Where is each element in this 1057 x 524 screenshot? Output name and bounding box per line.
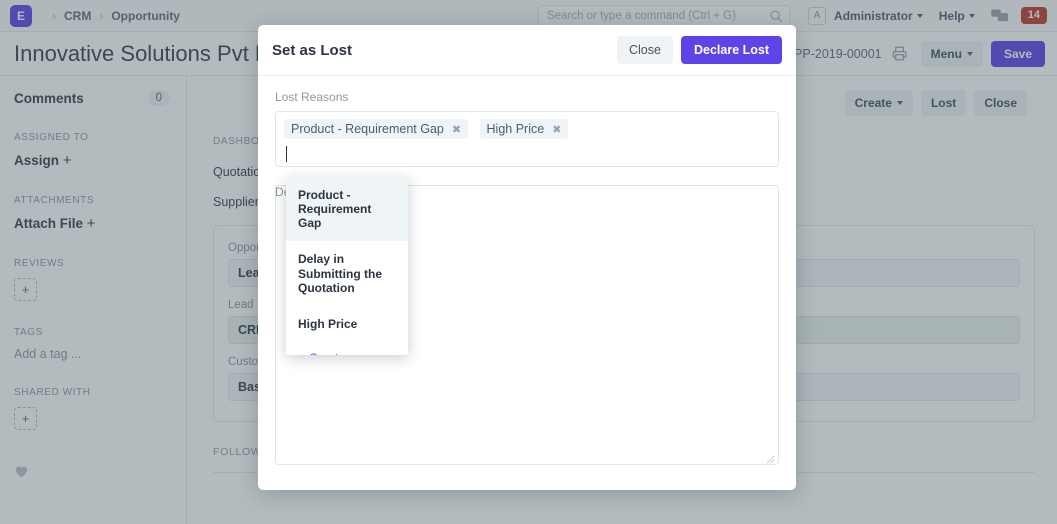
dropdown-option-delay-in-submitting-the-quotation[interactable]: Delay in Submitting the Quotation	[286, 241, 408, 305]
lost-reasons-label: Lost Reasons	[275, 90, 779, 104]
dropdown-create-new-option[interactable]: +Create a new Lost Reason Detail	[286, 342, 408, 355]
selected-reason-pill: Product - Requirement Gap ✖	[284, 119, 468, 139]
lost-reasons-dropdown: Product - Requirement Gap Delay in Submi…	[286, 177, 408, 355]
create-line-1: Create a new	[309, 351, 380, 355]
declare-lost-button[interactable]: Declare Lost	[681, 36, 782, 64]
set-as-lost-dialog: Set as Lost Close Declare Lost Lost Reas…	[258, 25, 796, 490]
dialog-header: Set as Lost Close Declare Lost	[258, 25, 796, 76]
app-root: E › CRM › Opportunity A Administrator He…	[0, 0, 1057, 524]
plus-icon: +	[298, 351, 305, 355]
remove-icon[interactable]: ✖	[452, 123, 461, 136]
text-cursor	[286, 146, 287, 162]
selected-reason-pill: High Price ✖	[480, 119, 569, 139]
dialog-close-button[interactable]: Close	[617, 36, 673, 64]
selected-reason-label: High Price	[487, 122, 545, 136]
dropdown-option-product-requirement-gap[interactable]: Product - Requirement Gap	[286, 177, 408, 241]
selected-reason-label: Product - Requirement Gap	[291, 122, 444, 136]
remove-icon[interactable]: ✖	[552, 123, 561, 136]
dropdown-option-high-price[interactable]: High Price	[286, 306, 408, 342]
lost-reasons-multiselect[interactable]: Product - Requirement Gap ✖ High Price ✖	[275, 111, 779, 167]
dialog-title: Set as Lost	[272, 42, 352, 59]
